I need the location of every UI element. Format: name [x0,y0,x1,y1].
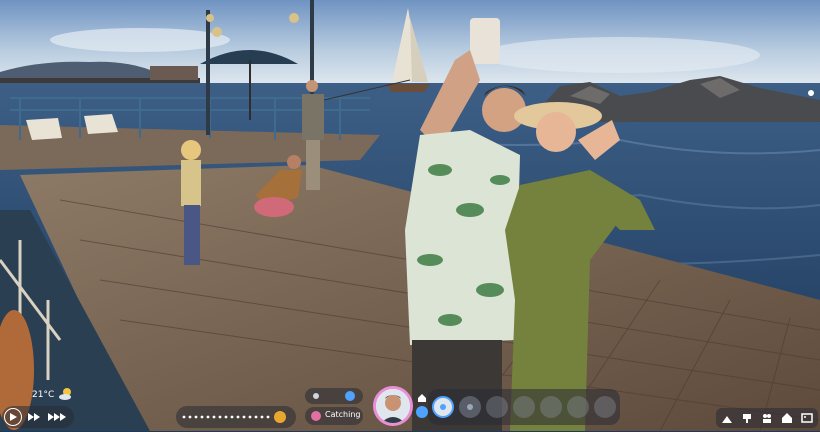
paint-icon[interactable] [740,411,754,425]
sim-face-icon [376,389,410,423]
household-sim-2[interactable] [459,396,481,418]
empty-slot-1 [486,396,508,418]
empty-slot-5 [594,396,616,418]
game-scene [0,0,820,431]
action-icon [311,411,321,421]
household-icon[interactable] [780,411,794,425]
sun-cloud-icon [58,386,74,402]
weather-panel: 21°C [30,386,80,406]
faster-forward-icon[interactable] [46,410,68,424]
mood-dots [182,411,286,423]
build-icon[interactable] [720,411,734,425]
family-icon[interactable] [760,411,774,425]
temperature-label: 21°C [32,390,55,400]
current-action-label: Catching [325,410,361,419]
household-small-icon[interactable] [416,392,428,404]
toggle-knob-icon [345,391,355,401]
household-sim-1[interactable] [432,396,454,418]
gallery-icon[interactable] [800,411,814,425]
fast-forward-icon[interactable] [26,410,42,424]
view-toggle[interactable] [305,388,363,404]
empty-slot-2 [513,396,535,418]
toggle-left-icon [313,393,319,399]
current-action-pill[interactable]: Catching [305,407,363,425]
mode-toolbar [716,408,818,428]
mood-meter [176,406,296,428]
active-sim-portrait[interactable] [373,386,413,426]
menu-dot-icon[interactable] [808,90,814,96]
empty-slot-3 [540,396,562,418]
play-icon[interactable] [4,408,22,426]
playback-controls [2,406,74,428]
household-bar [428,389,620,425]
empty-slot-4 [567,396,589,418]
relationship-small-icon[interactable] [416,406,428,418]
